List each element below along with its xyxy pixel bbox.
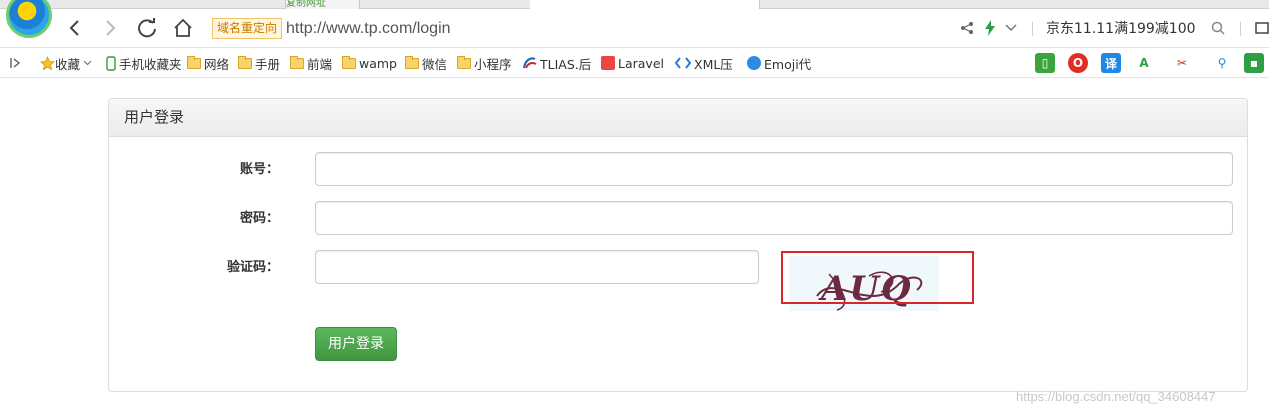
bookmark-label: TLIAS.后 [540,56,592,72]
scissors-button[interactable]: ✂ [1172,53,1192,73]
bookmark-label: 收藏 [55,56,81,72]
folder-icon [457,55,471,69]
bookmark-item[interactable]: 收藏 [40,54,92,72]
tab-strip: 复制网址 [0,0,1269,9]
login-panel: 用户登录 账号： 密码： 验证码： AUQ 用户登录 [108,98,1248,392]
reader-button[interactable]: ▯ [1035,53,1055,73]
font-icon: A [1139,56,1149,70]
scissors-icon: ✂ [1176,56,1188,70]
chevron-down-icon [1005,24,1017,32]
bookmark-item[interactable]: TLIAS.后 [522,54,591,72]
tlias-icon [523,57,537,69]
chevron-right-icon [106,20,116,36]
folder-icon [342,55,356,69]
captcha-input[interactable] [315,250,759,284]
bookmark-item[interactable]: wamp [342,54,397,72]
folder-icon [238,55,252,69]
bookmark-item[interactable]: 微信 [405,54,447,72]
captcha-label: 验证码： [226,260,279,275]
opera-button[interactable]: O [1068,53,1088,73]
bookmark-label: 网络 [204,56,230,72]
reload-button[interactable] [136,17,158,39]
watermark: https://blog.csdn.net/qq_34608447 [1016,389,1216,404]
opera-icon: O [1072,56,1084,70]
bookmark-item[interactable]: 小程序 [457,54,512,72]
bookmark-label: wamp [359,55,397,71]
phone-icon [106,55,116,71]
bookmark-label: 微信 [422,56,448,72]
bookmark-item[interactable]: XML压 [675,54,733,72]
sidebar-toggle-icon [10,58,21,68]
share-icon [961,22,973,34]
font-tool-button[interactable]: A [1134,53,1154,73]
search-icon [1211,21,1225,35]
chevron-left-icon [69,20,79,36]
folder-icon [290,55,304,69]
bookmark-label: 手机收藏夹 [119,56,182,72]
sidebar-toggle-button[interactable] [10,54,22,72]
tab-copy-url-label: 复制网址 [286,0,326,9]
password-label: 密码： [239,211,279,226]
lightning-icon [985,20,995,36]
url-field[interactable]: http://www.tp.com/login [286,18,451,40]
bookmark-bar: 收藏 手机收藏夹 网络 手册 前端 wamp 微信 小程序 TLIAS.后 La… [0,48,1269,78]
lightning-button[interactable] [984,17,996,39]
back-button[interactable] [64,17,86,39]
bookmark-label: Laravel [618,55,664,71]
bookmark-label: Emoji代 [764,56,812,72]
home-button[interactable] [172,17,194,39]
folder-icon [405,55,419,69]
magnifier-icon: ⚲ [1217,56,1227,70]
forward-button[interactable] [99,17,121,39]
bookmark-item[interactable]: 手册 [238,54,280,72]
info-icon [747,56,761,70]
account-input[interactable] [315,152,1233,186]
password-input[interactable] [315,201,1233,235]
bookmark-label: XML压 [694,56,733,72]
tab-copy-url[interactable]: 复制网址 [285,0,360,9]
bookmark-item[interactable]: 前端 [290,54,332,72]
bookmark-label: 手册 [255,56,281,72]
promo-search-text[interactable]: 京东11.11满199减100 [1046,18,1196,40]
translate-icon: 译 [1104,56,1117,71]
window-icon [1255,22,1269,34]
folder-icon [187,55,201,69]
reload-icon [138,18,156,38]
captcha-highlight [781,251,974,304]
redirect-badge[interactable]: 域名重定向 [212,18,283,39]
home-icon [174,18,192,37]
translate-button[interactable]: 译 [1101,53,1121,73]
bookmark-item[interactable]: 网络 [187,54,229,72]
share-button[interactable] [960,17,974,39]
search-button[interactable] [1211,17,1225,39]
xml-icon [675,57,691,69]
magnifier-button[interactable]: ⚲ [1212,53,1232,73]
laravel-icon [601,56,615,70]
star-icon [40,55,55,70]
divider [1032,22,1033,36]
book-icon: ▯ [1041,56,1049,70]
chevron-down-icon [83,60,92,66]
bookmark-item[interactable]: Laravel [601,54,664,72]
panel-title: 用户登录 [109,99,1247,137]
mode-dropdown[interactable] [1005,17,1017,39]
bookmark-label: 前端 [307,56,333,72]
gamepad-icon: ▪ [1249,56,1259,70]
game-button[interactable]: ▪ [1244,53,1264,73]
bookmark-item[interactable]: Emoji代 [747,54,811,72]
login-button[interactable]: 用户登录 [315,327,397,361]
bookmark-item[interactable]: 手机收藏夹 [106,54,182,72]
window-button[interactable] [1255,17,1269,39]
tab-active[interactable] [530,0,760,9]
bookmark-label: 小程序 [474,56,512,72]
address-bar: 域名重定向 http://www.tp.com/login 京东11.11满19… [0,9,1269,48]
account-label: 账号： [239,162,279,177]
divider [1240,22,1241,36]
